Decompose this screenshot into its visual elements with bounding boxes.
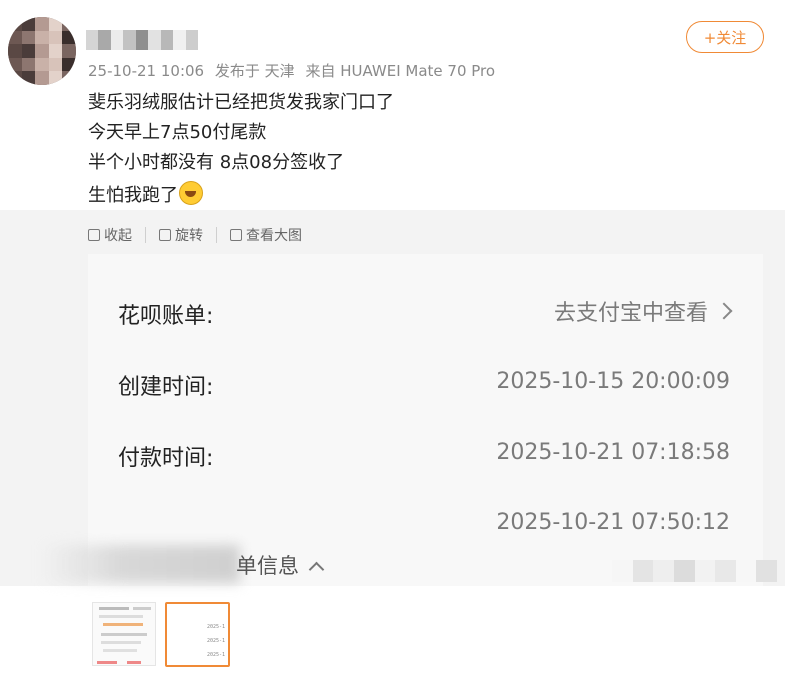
thumbnail-text: 2025-1 bbox=[206, 624, 225, 630]
blur-pixel bbox=[673, 560, 695, 582]
avatar-pixel bbox=[35, 57, 49, 72]
avatar-pixel bbox=[35, 71, 49, 85]
post-meta: 25-10-21 10:06 发布于 天津 来自 HUAWEI Mate 70 … bbox=[88, 60, 501, 81]
thumbnail-line bbox=[103, 649, 137, 652]
avatar-pixel bbox=[48, 30, 63, 45]
thumbnail-line bbox=[99, 615, 143, 618]
avatar-pixel bbox=[8, 30, 22, 45]
post-text-line-last: 生怕我跑了 bbox=[88, 181, 203, 208]
collapse-icon bbox=[88, 229, 100, 241]
avatar-pixel bbox=[8, 17, 22, 31]
avatar-pixel bbox=[62, 57, 76, 72]
blur-pixel bbox=[756, 560, 777, 582]
avatar-pixel bbox=[8, 57, 22, 72]
username-pixel bbox=[110, 30, 124, 50]
thumbnail-line bbox=[101, 633, 147, 636]
post-time[interactable]: 25-10-21 10:06 bbox=[88, 62, 204, 80]
avatar-pixel bbox=[21, 44, 36, 58]
avatar-pixel bbox=[35, 30, 49, 45]
thumbnail-line bbox=[99, 607, 129, 610]
username-pixel bbox=[148, 30, 161, 50]
post-text-line: 今天早上7点50付尾款 bbox=[88, 122, 267, 143]
avatar-pixel bbox=[48, 17, 63, 31]
image-toolbar: 收起 旋转 查看大图 bbox=[88, 225, 302, 245]
receipt-row-label: 付款时间: bbox=[118, 446, 214, 471]
avatar-pixel bbox=[48, 71, 63, 85]
username-pixel bbox=[185, 30, 198, 50]
follow-button[interactable]: +关注 bbox=[686, 21, 764, 53]
username-pixel bbox=[135, 30, 149, 50]
receipt-row-value: 2025-10-15 20:00:09 bbox=[496, 369, 730, 394]
blur-pixel bbox=[653, 560, 674, 582]
crying-laughing-face-icon bbox=[179, 181, 203, 205]
view-large-button[interactable]: 查看大图 bbox=[230, 225, 302, 245]
username-pixel bbox=[86, 30, 99, 50]
avatar-pixel bbox=[48, 44, 63, 58]
avatar-pixel bbox=[62, 17, 76, 31]
avatar-pixel bbox=[48, 57, 63, 72]
rotate-label: 旋转 bbox=[175, 228, 203, 244]
order-info-label: 单信息 bbox=[236, 554, 299, 578]
username-pixel bbox=[173, 30, 186, 50]
blurred-region bbox=[40, 545, 240, 583]
post-device: 来自 HUAWEI Mate 70 Pro bbox=[305, 62, 496, 80]
thumbnail-line bbox=[133, 607, 151, 610]
post-text-line: 斐乐羽绒服估计已经把货发我家门口了 bbox=[88, 92, 394, 113]
blur-pixel bbox=[694, 560, 716, 582]
username-pixel bbox=[123, 30, 136, 50]
blur-pixel bbox=[632, 560, 654, 582]
post-location: 发布于 天津 bbox=[214, 62, 295, 80]
thumbnail-line bbox=[103, 623, 143, 626]
order-info-toggle: 单信息 bbox=[236, 550, 325, 580]
toolbar-divider bbox=[216, 227, 217, 243]
username-pixelated[interactable] bbox=[86, 30, 198, 50]
avatar-pixel bbox=[62, 44, 76, 58]
username-pixel bbox=[98, 30, 111, 50]
thumbnail-2-selected[interactable]: 2025-1 2025-1 2025-1 bbox=[165, 602, 230, 667]
post-text-line: 半个小时都没有 8点08分签收了 bbox=[88, 152, 345, 173]
toolbar-divider bbox=[145, 227, 146, 243]
avatar-pixel bbox=[35, 17, 49, 31]
avatar-pixel bbox=[21, 17, 36, 31]
avatar-pixel bbox=[35, 44, 49, 58]
chevron-up-icon bbox=[308, 561, 325, 578]
post-text-content: 生怕我跑了 bbox=[88, 185, 178, 206]
receipt-row-value: 2025-10-21 07:18:58 bbox=[496, 440, 730, 465]
blur-pixel bbox=[612, 560, 633, 582]
blur-pixel bbox=[715, 560, 736, 582]
collapse-label: 收起 bbox=[104, 228, 132, 244]
avatar-pixel bbox=[21, 71, 36, 85]
collapse-button[interactable]: 收起 bbox=[88, 225, 132, 245]
avatar-pixel bbox=[21, 57, 36, 72]
thumbnail-text: 2025-1 bbox=[206, 638, 225, 644]
view-large-icon bbox=[230, 229, 242, 241]
receipt-row-label: 花呗账单: bbox=[118, 304, 214, 329]
avatar-pixel bbox=[8, 71, 22, 85]
view-large-label: 查看大图 bbox=[246, 228, 302, 244]
username-pixel bbox=[160, 30, 174, 50]
thumbnail-1[interactable] bbox=[92, 602, 156, 666]
avatar-pixel bbox=[62, 71, 76, 85]
avatar-pixel bbox=[8, 44, 22, 58]
thumbnail-line bbox=[127, 661, 141, 664]
thumbnail-line bbox=[101, 641, 141, 644]
blur-pixel bbox=[735, 560, 757, 582]
chevron-right-icon bbox=[715, 302, 733, 320]
thumbnail-text: 2025-1 bbox=[206, 652, 225, 658]
receipt-row-label: 创建时间: bbox=[118, 375, 214, 400]
blurred-region bbox=[612, 560, 777, 582]
avatar[interactable] bbox=[8, 17, 76, 85]
avatar-pixel bbox=[21, 30, 36, 45]
rotate-icon bbox=[159, 229, 171, 241]
avatar-pixel bbox=[62, 30, 76, 45]
rotate-button[interactable]: 旋转 bbox=[159, 225, 203, 245]
thumbnail-line bbox=[97, 661, 117, 664]
alipay-link: 去支付宝中查看 bbox=[553, 295, 733, 327]
alipay-link-text: 去支付宝中查看 bbox=[553, 301, 708, 326]
receipt-row-value: 2025-10-21 07:50:12 bbox=[496, 510, 730, 535]
